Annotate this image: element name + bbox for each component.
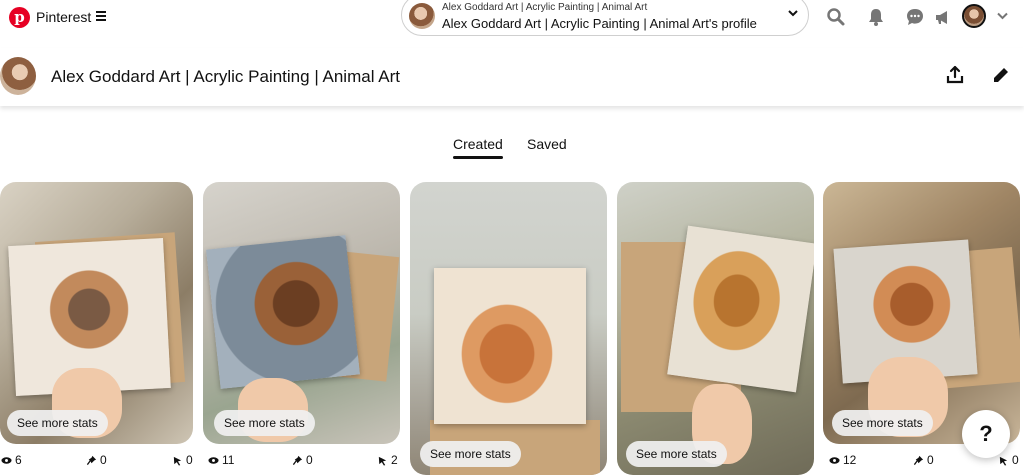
page-title: Alex Goddard Art | Acrylic Painting | An… [51,67,400,86]
pin-card[interactable]: See more stats [617,182,814,475]
profile-switcher-subtitle: Alex Goddard Art | Acrylic Painting | An… [442,2,648,13]
eye-icon [1,456,12,464]
top-navigation-bar: p Pinterest Alex Goddard Art | Acrylic P… [0,0,1024,36]
see-more-stats-button[interactable]: See more stats [214,410,315,436]
pin-clicks: 0 [172,453,193,467]
pin-saves: 0 [86,453,107,467]
artwork-cat [434,268,586,424]
notifications-icon[interactable] [866,7,886,27]
pin-card[interactable]: See more stats [203,182,400,444]
see-more-stats-button[interactable]: See more stats [7,410,108,436]
pin-card[interactable]: See more stats [0,182,193,444]
pin-icon [913,455,924,465]
profile-switcher-title: Alex Goddard Art | Acrylic Painting | An… [442,16,757,31]
avatar [409,3,435,29]
chevron-down-icon[interactable] [997,12,1008,20]
pin-views: 12 [829,453,856,467]
tab-created[interactable]: Created [453,136,503,159]
share-icon[interactable] [945,65,965,85]
artwork-dogs [206,235,360,389]
pin-icon [292,455,303,465]
profile-switcher[interactable]: Alex Goddard Art | Acrylic Painting | An… [401,0,809,36]
search-icon[interactable] [826,7,846,27]
see-more-stats-button[interactable]: See more stats [832,410,933,436]
brand-name[interactable]: Pinterest [36,9,91,25]
click-icon [999,456,1008,466]
eye-icon [829,456,840,464]
click-icon [378,456,387,466]
messages-icon[interactable] [905,7,925,27]
artwork-golden-retriever [667,225,814,393]
pin-views: 6 [1,453,22,467]
menu-icon[interactable] [96,11,106,21]
profile-header: Alex Goddard Art | Acrylic Painting | An… [0,48,1024,106]
pin-card[interactable]: See more stats [823,182,1020,444]
pin-icon [86,455,97,465]
profile-avatar[interactable] [0,57,36,95]
tab-saved[interactable]: Saved [527,136,567,152]
pin-saves: 0 [292,453,313,467]
pin-card[interactable]: See more stats [410,182,607,475]
pin-clicks: 0 [998,453,1019,467]
pin-views: 11 [208,453,234,467]
eye-icon [208,456,219,464]
chevron-down-icon[interactable] [788,8,798,18]
pin-saves: 0 [913,453,934,467]
see-more-stats-button[interactable]: See more stats [626,441,727,467]
edit-icon[interactable] [991,65,1011,85]
updates-icon[interactable] [933,7,953,27]
see-more-stats-button[interactable]: See more stats [420,441,521,467]
click-icon [173,456,182,466]
help-button[interactable]: ? [962,410,1010,458]
user-avatar[interactable] [962,4,986,28]
pin-clicks: 2 [377,453,398,467]
pinterest-logo-icon[interactable]: p [9,7,30,28]
